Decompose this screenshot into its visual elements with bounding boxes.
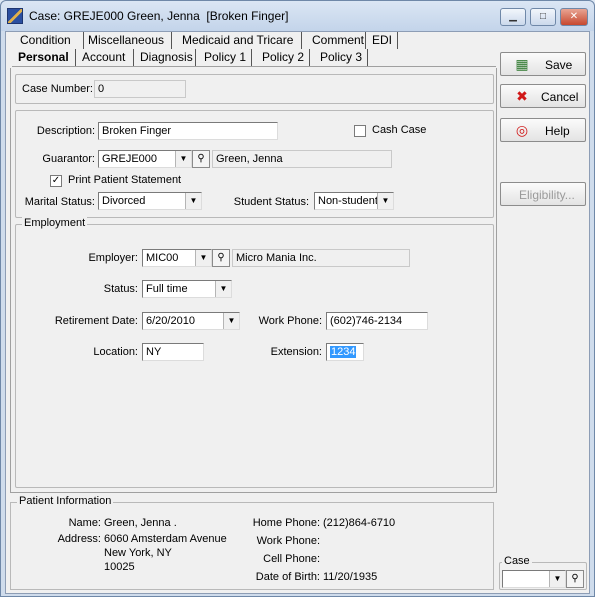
cancel-button-label: Cancel (541, 90, 579, 104)
retirement-date-value: 6/20/2010 (146, 315, 195, 327)
save-button[interactable]: ▦ Save (500, 52, 586, 76)
patient-address-line3: 10025 (104, 561, 135, 573)
work-phone-label: Work Phone: (258, 315, 322, 327)
lifebuoy-icon: ◎ (515, 122, 529, 138)
home-phone-label: Home Phone: (252, 517, 320, 529)
student-status-value: Non-student (318, 195, 378, 207)
employer-name: Micro Mania Inc. (232, 249, 410, 267)
guarantor-label: Guarantor: (42, 153, 95, 165)
tab-medicaid-tricare[interactable]: Medicaid and Tricare (172, 32, 302, 49)
save-icon: ▦ (515, 56, 529, 72)
tab-policy-2[interactable]: Policy 2 (252, 49, 310, 66)
chevron-down-icon[interactable]: ▼ (175, 151, 191, 167)
chevron-down-icon[interactable]: ▼ (195, 250, 211, 266)
dob: 11/20/1935 (323, 571, 378, 583)
cash-case-checkbox[interactable] (354, 125, 366, 137)
student-status-label: Student Status: (233, 196, 309, 208)
chevron-down-icon[interactable]: ▼ (377, 193, 393, 209)
eligibility-button[interactable]: Eligibility... (500, 182, 586, 206)
description-label: Description: (36, 125, 95, 137)
app-icon (7, 8, 23, 24)
extension-value: 1234 (330, 346, 357, 358)
tab-miscellaneous[interactable]: Miscellaneous (84, 32, 172, 49)
case-window: Case: GREJE000 Green, Jenna [Broken Fing… (0, 0, 595, 597)
patient-info-group: Patient Information Name: Green, Jenna .… (10, 495, 494, 590)
patient-name-label: Name: (68, 517, 101, 529)
close-button[interactable]: ✕ (560, 8, 588, 26)
employment-title: Employment (22, 217, 88, 229)
tab-condition[interactable]: Condition (16, 32, 84, 49)
help-button-label: Help (545, 124, 570, 138)
employer-value: MIC00 (146, 252, 179, 264)
description-input[interactable]: Broken Finger (98, 122, 278, 140)
patient-address-label: Address: (57, 533, 101, 545)
marital-status-value: Divorced (102, 195, 146, 207)
cancel-x-icon: ✖ (516, 88, 528, 104)
tab-comment[interactable]: Comment (302, 32, 366, 49)
cash-case-label: Cash Case (372, 124, 427, 136)
title-bar: Case: GREJE000 Green, Jenna [Broken Fing… (1, 1, 594, 31)
employer-lookup-icon[interactable]: ⚲ (212, 249, 230, 267)
guarantor-combo[interactable]: GREJE000 ▼ (98, 150, 192, 168)
employer-combo[interactable]: MIC00 ▼ (142, 249, 212, 267)
cell-phone-label: Cell Phone: (263, 553, 320, 565)
chevron-down-icon[interactable]: ▼ (185, 193, 201, 209)
save-button-label: Save (545, 58, 573, 72)
tab-edi[interactable]: EDI (366, 32, 398, 49)
location-label: Location: (93, 346, 138, 358)
guarantor-name: Green, Jenna (212, 150, 392, 168)
patient-address-line1: 6060 Amsterdam Avenue (104, 533, 227, 545)
maximize-button[interactable]: □ (530, 8, 556, 26)
case-selector-label: Case (502, 555, 532, 567)
patient-name: Green, Jenna . (104, 517, 177, 529)
home-phone: (212)864-6710 (323, 517, 396, 529)
cancel-button[interactable]: ✖ Cancel (500, 84, 586, 108)
patient-info-title: Patient Information (17, 495, 114, 507)
window-title: Case: GREJE000 Green, Jenna [Broken Fing… (29, 9, 289, 23)
employer-label: Employer: (88, 252, 138, 264)
tab-policy-3[interactable]: Policy 3 (310, 49, 368, 66)
chevron-down-icon[interactable]: ▼ (215, 281, 231, 297)
minimize-button[interactable]: ▁ (500, 8, 526, 26)
marital-status-label: Marital Status: (24, 196, 95, 208)
personal-panel: Case Number: 0 Description: Broken Finge… (10, 68, 497, 493)
tab-divider (12, 66, 496, 67)
employment-status-label: Status: (103, 283, 138, 295)
case-number-label: Case Number: (22, 83, 93, 95)
tab-policy-1[interactable]: Policy 1 (196, 49, 252, 66)
chevron-down-icon[interactable]: ▼ (223, 313, 239, 329)
work-phone-input[interactable]: (602)746-2134 (326, 312, 428, 330)
retirement-date-label: Retirement Date: (54, 315, 138, 327)
print-statement-checkbox[interactable]: ✓ (50, 175, 62, 187)
extension-label: Extension: (270, 346, 322, 358)
tab-diagnosis[interactable]: Diagnosis (134, 49, 196, 66)
dob-label: Date of Birth: (255, 571, 320, 583)
employment-status-value: Full time (146, 283, 188, 295)
client-area: Condition Miscellaneous Medicaid and Tri… (5, 31, 590, 594)
patient-address-line2: New York, NY (104, 547, 172, 559)
guarantor-lookup-icon[interactable]: ⚲ (192, 150, 210, 168)
print-statement-label: Print Patient Statement (68, 174, 182, 186)
case-selector-group: Case ▼ ⚲ (499, 555, 587, 590)
case-lookup-icon[interactable]: ⚲ (566, 570, 584, 588)
help-button[interactable]: ◎ Help (500, 118, 586, 142)
eligibility-button-label: Eligibility... (519, 188, 575, 202)
case-selector-combo[interactable]: ▼ (502, 570, 566, 588)
guarantor-value: GREJE000 (102, 153, 158, 165)
chevron-down-icon[interactable]: ▼ (549, 571, 565, 587)
marital-status-select[interactable]: Divorced ▼ (98, 192, 202, 210)
case-details-group: Description: Broken Finger Cash Case Gua… (15, 110, 494, 218)
case-number-group: Case Number: 0 (15, 74, 494, 104)
employment-group: Employment Employer: MIC00 ▼ ⚲ Micro Man… (15, 217, 494, 488)
location-input[interactable]: NY (142, 343, 204, 361)
tab-account[interactable]: Account (76, 49, 134, 66)
extension-input[interactable]: 1234 (326, 343, 364, 361)
case-number-value: 0 (94, 80, 186, 98)
student-status-select[interactable]: Non-student ▼ (314, 192, 394, 210)
retirement-date-picker[interactable]: 6/20/2010 ▼ (142, 312, 240, 330)
tab-personal[interactable]: Personal (14, 49, 76, 66)
patient-work-phone-label: Work Phone: (256, 535, 320, 547)
employment-status-select[interactable]: Full time ▼ (142, 280, 232, 298)
